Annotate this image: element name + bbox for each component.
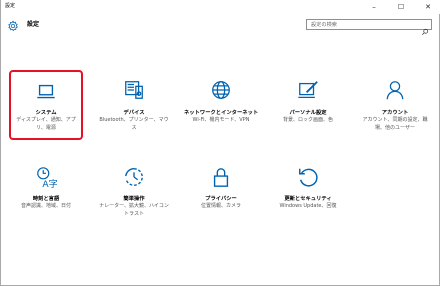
tile-label: デバイス	[123, 110, 145, 116]
tile-description: Wi-Fi、機内モード、VPN	[192, 117, 250, 123]
tile-label: アカウント	[381, 110, 409, 116]
tile-label: プライバシー	[205, 196, 237, 202]
tile-description: Bluetooth、プリンター、マウス	[99, 117, 169, 131]
ease-of-access-icon	[123, 166, 145, 188]
tile-system[interactable]: システム ディスプレイ、通知、アプリ、電源	[9, 70, 83, 140]
tile-label: 時刻と言語	[32, 196, 60, 202]
page-title: 設定	[27, 21, 40, 28]
tile-label: ネットワークとインターネット	[184, 110, 259, 116]
time-language-icon: A字	[35, 166, 57, 188]
person-icon	[384, 79, 406, 101]
laptop-icon	[35, 81, 57, 103]
globe-icon	[210, 79, 232, 101]
settings-window: 設定 – ☐ ✕ 設定 設定の検索 システム ディスプレイ、通知、アプリ、電源 …	[0, 0, 441, 286]
svg-text:A字: A字	[42, 178, 57, 188]
tile-description: 背景、ロック画面、色	[282, 117, 333, 123]
close-button[interactable]: ✕	[417, 0, 439, 14]
tile-update-security[interactable]: 更新とセキュリティ Windows Update、回復	[271, 160, 345, 230]
tile-description: 位置情報、カメラ	[200, 203, 241, 209]
search-placeholder: 設定の検索	[311, 22, 337, 28]
lock-icon	[210, 166, 232, 188]
gear-icon	[7, 17, 19, 32]
tile-ease-of-access[interactable]: 簡単操作 ナレーター、拡大鏡、ハイコントラスト	[97, 160, 171, 230]
tile-label: 簡単操作	[123, 196, 145, 202]
tile-description: Windows Update、回復	[279, 203, 337, 209]
title-bar[interactable]: 設定 – ☐ ✕	[1, 0, 441, 14]
tile-time-language[interactable]: A字 時刻と言語 音声認識、地域、日付	[9, 160, 83, 230]
tile-privacy[interactable]: プライバシー 位置情報、カメラ	[184, 160, 258, 230]
tile-description: ディスプレイ、通知、アプリ、電源	[16, 117, 76, 131]
tile-network[interactable]: ネットワークとインターネット Wi-Fi、機内モード、VPN	[184, 70, 258, 140]
tile-description: 音声認識、地域、日付	[20, 203, 71, 209]
devices-icon	[123, 79, 145, 101]
search-icon[interactable]	[421, 21, 429, 35]
tile-label: 更新とセキュリティ	[284, 196, 332, 202]
tile-description: ナレーター、拡大鏡、ハイコントラスト	[99, 203, 169, 217]
maximize-button[interactable]: ☐	[390, 0, 412, 14]
tile-label: システム	[35, 110, 57, 116]
tile-accounts[interactable]: アカウント アカウント、同期の設定、職場、他のユーザー	[358, 70, 432, 140]
window-title: 設定	[5, 3, 16, 9]
update-icon	[297, 166, 319, 188]
tile-personalization[interactable]: パーソナル設定 背景、ロック画面、色	[271, 70, 345, 140]
tile-description: アカウント、同期の設定、職場、他のユーザー	[362, 117, 428, 131]
minimize-button[interactable]: –	[363, 0, 385, 14]
tile-label: パーソナル設定	[289, 110, 327, 116]
search-input[interactable]: 設定の検索	[306, 19, 432, 35]
personalization-icon	[297, 79, 319, 101]
tile-devices[interactable]: デバイス Bluetooth、プリンター、マウス	[97, 70, 171, 140]
